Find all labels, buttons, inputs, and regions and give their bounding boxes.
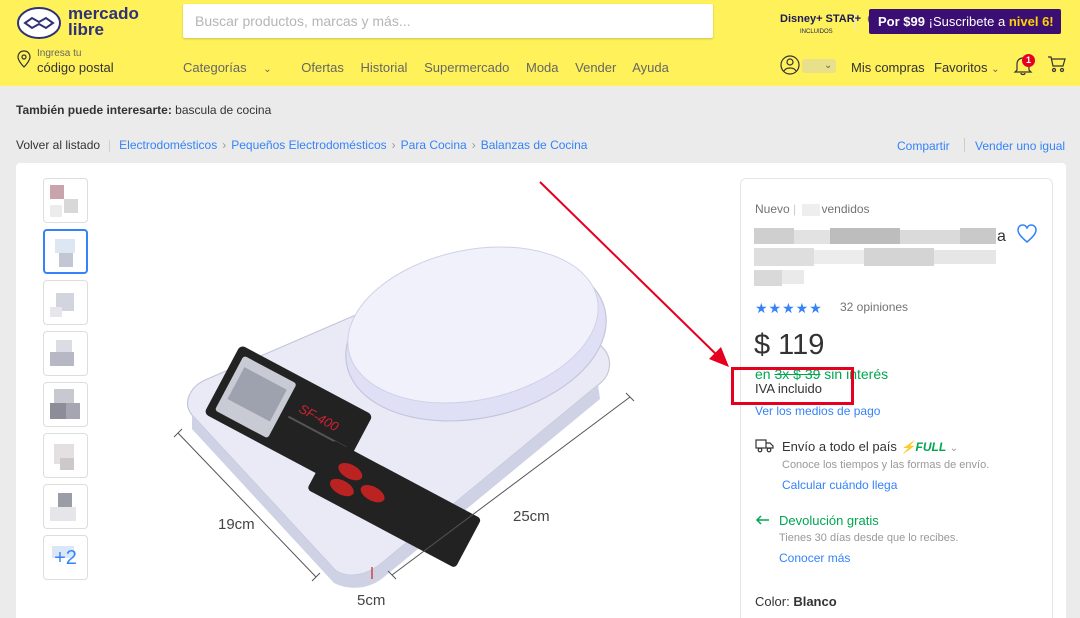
full-badge: ⚡FULL <box>900 440 947 454</box>
subscribe-promo-button[interactable]: Por $99 ¡Suscribete a nivel 6! <box>869 9 1061 34</box>
header: mercado libre Disney+ STAR+ INCLUIDOS Po… <box>0 0 1080 86</box>
annotation-arrow <box>539 181 729 367</box>
product-title-end: a <box>997 228 1006 245</box>
rating-count[interactable]: 32 opiniones <box>840 300 908 314</box>
chevron-down-icon: ⌄ <box>824 60 833 71</box>
chevron-down-icon[interactable]: ⌄ <box>950 443 958 454</box>
highlight-box <box>731 367 854 405</box>
nav-historial[interactable]: Historial <box>360 60 407 75</box>
thumbnail[interactable] <box>43 484 88 529</box>
divider <box>964 138 965 152</box>
breadcrumb-item[interactable]: Pequeños Electrodomésticos <box>231 138 386 152</box>
dimension-width: 19cm <box>218 516 255 533</box>
thumbnail[interactable] <box>43 178 88 223</box>
mis-compras-link[interactable]: Mis compras <box>851 60 925 75</box>
search-input[interactable] <box>195 4 675 38</box>
location-label: Ingresa tu <box>37 48 82 59</box>
user-avatar-icon[interactable] <box>779 54 803 76</box>
nav-vender[interactable]: Vender <box>575 60 616 75</box>
thumbnail[interactable] <box>43 433 88 478</box>
truck-icon <box>755 439 774 453</box>
return-arrow-icon <box>755 515 769 525</box>
color-selector[interactable]: Color: Blanco <box>755 594 837 609</box>
chevron-down-icon: ⌄ <box>263 64 272 75</box>
nav-categorias[interactable]: Categorías ⌄ <box>183 60 285 75</box>
favorite-heart-icon[interactable] <box>1016 223 1038 245</box>
more-images-label: +2 <box>54 547 77 569</box>
price: $ 119 <box>754 329 825 361</box>
location-pin-icon <box>17 50 31 68</box>
logo-text: mercado libre <box>68 4 139 39</box>
disney-star-badge[interactable]: Disney+ STAR+ INCLUIDOS <box>778 10 862 38</box>
return-subtext: Tienes 30 días desde que lo recibes. <box>779 532 959 544</box>
dimension-length: 25cm <box>513 508 550 525</box>
calculate-delivery-link[interactable]: Calcular cuándo llega <box>782 478 897 492</box>
back-to-list-link[interactable]: Volver al listado <box>16 138 100 152</box>
payment-methods-link[interactable]: Ver los medios de pago <box>755 404 880 418</box>
breadcrumb-item[interactable]: Para Cocina <box>401 138 467 152</box>
mercadolibre-logo[interactable]: mercado libre <box>16 4 146 42</box>
rating-stars[interactable]: ★★★★★ <box>755 300 823 317</box>
thumbnail[interactable] <box>43 331 88 376</box>
learn-more-link[interactable]: Conocer más <box>779 551 850 565</box>
condition-label: Nuevo | vendidos <box>755 202 870 216</box>
nav-ofertas[interactable]: Ofertas <box>301 60 344 75</box>
sell-similar-link[interactable]: Vender uno igual <box>975 139 1065 153</box>
thumbnail[interactable] <box>43 280 88 325</box>
related-search[interactable]: También puede interesarte: bascula de co… <box>16 103 271 117</box>
breadcrumb: Volver al listado | Electrodomésticos › Pequ… <box>16 138 588 152</box>
search-bar <box>183 4 884 38</box>
thumbnail[interactable] <box>43 382 88 427</box>
nav-supermercado[interactable]: Supermercado <box>424 60 509 75</box>
breadcrumb-item[interactable]: Electrodomésticos <box>119 138 217 152</box>
share-link[interactable]: Compartir <box>897 139 950 153</box>
breadcrumb-item[interactable]: Balanzas de Cocina <box>481 138 588 152</box>
free-return: Devolución gratis <box>779 513 879 528</box>
nav-ayuda[interactable]: Ayuda <box>632 60 669 75</box>
thumbnail[interactable] <box>43 229 88 274</box>
handshake-logo-icon <box>17 7 61 39</box>
shipping-subtext: Conoce los tiempos y las formas de envío… <box>782 459 990 471</box>
dimension-height: 5cm <box>357 592 385 609</box>
notifications-badge: 1 <box>1022 54 1035 67</box>
shipping-info: Envío a todo el país ⚡FULL ⌄ <box>782 439 959 454</box>
nav-moda[interactable]: Moda <box>526 60 559 75</box>
location-value: código postal <box>37 60 114 75</box>
main-nav: Categorías ⌄ Ofertas Historial Supermerc… <box>183 60 682 75</box>
favoritos-menu[interactable]: Favoritos ⌄ <box>934 60 999 75</box>
sold-count-blurred <box>801 203 820 216</box>
thumbnail-more[interactable]: +2 <box>43 535 88 580</box>
chevron-down-icon: ⌄ <box>991 64 1000 75</box>
product-title-blurred <box>754 228 996 286</box>
cart-icon[interactable] <box>1047 55 1067 73</box>
